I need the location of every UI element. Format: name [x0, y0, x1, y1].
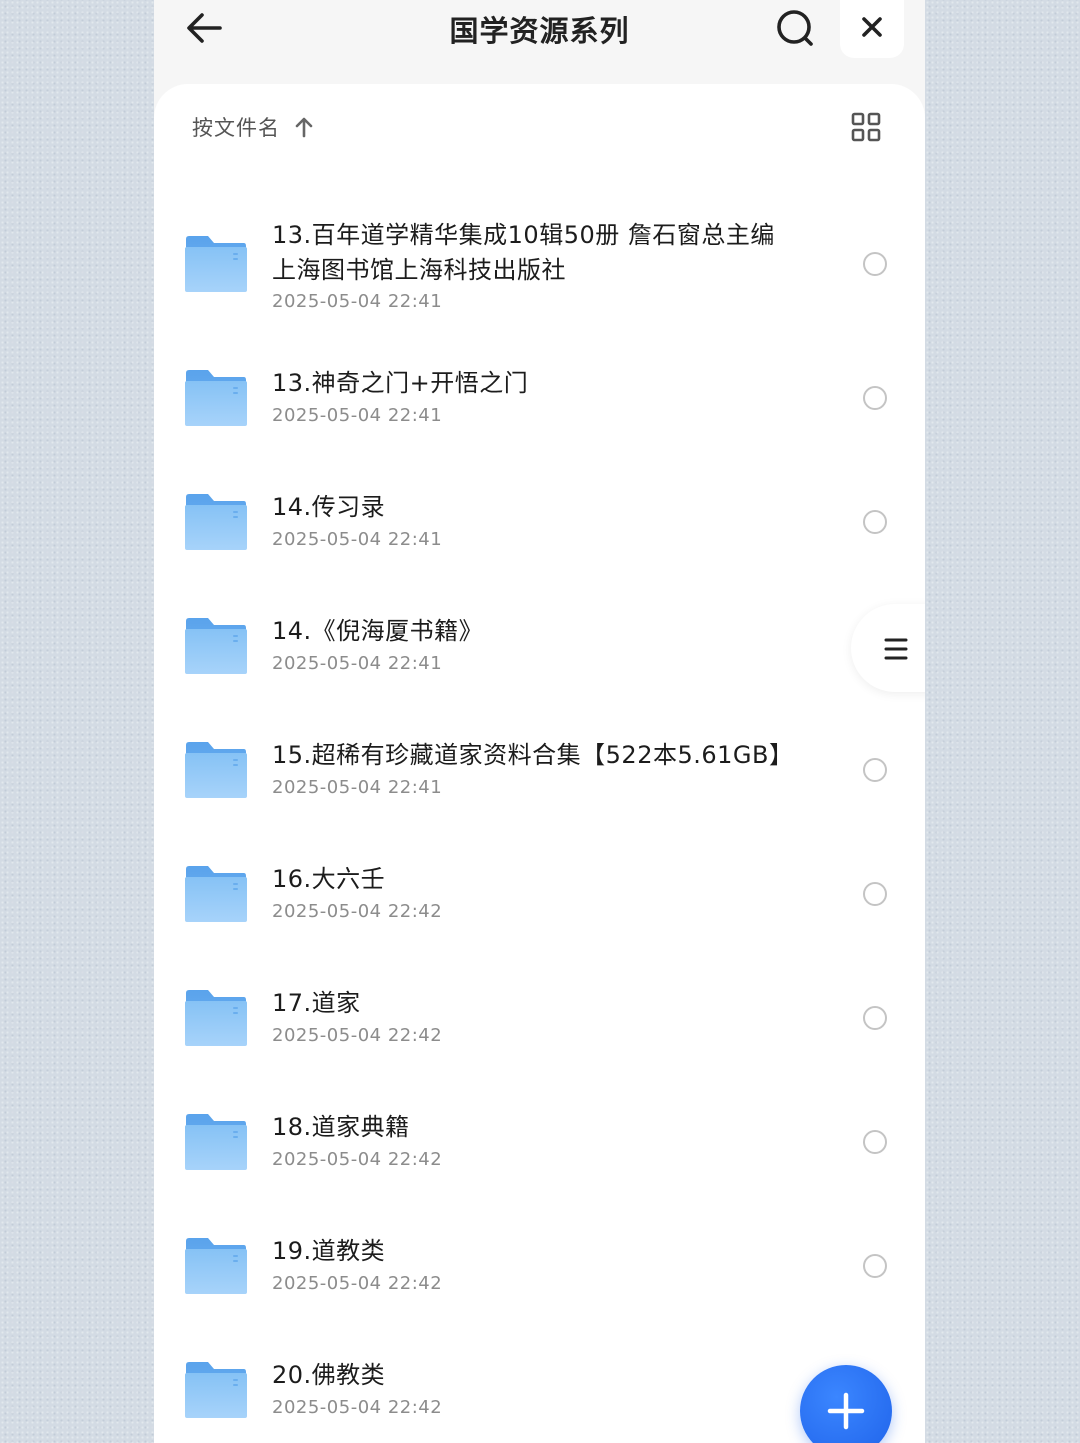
folder-icon	[185, 990, 247, 1046]
folder-item[interactable]: 13.百年道学精华集成10辑50册 詹石窗总主编 上海图书馆上海科技出版社 20…	[154, 215, 925, 320]
folder-name-line: 13.百年道学精华集成10辑50册 詹石窗总主编	[272, 221, 775, 249]
sort-label: 按文件名	[192, 116, 280, 140]
select-radio[interactable]	[863, 510, 887, 534]
select-radio[interactable]	[863, 386, 887, 410]
folder-item[interactable]: 16.大六壬 2025-05-04 22:42	[154, 851, 925, 941]
folder-name: 17.道家	[272, 989, 361, 1017]
arrow-up-icon	[295, 117, 313, 138]
folder-icon	[185, 866, 247, 922]
folder-item[interactable]: 14.传习录 2025-05-04 22:41	[154, 479, 925, 569]
plus-icon	[827, 1392, 865, 1430]
folder-item[interactable]: 14.《倪海厦书籍》 2025-05-04 22:41	[154, 603, 925, 693]
folder-date: 2025-05-04 22:42	[272, 1149, 443, 1170]
folder-name: 18.道家典籍	[272, 1113, 410, 1141]
select-radio[interactable]	[863, 882, 887, 906]
folder-name: 14.《倪海厦书籍》	[272, 617, 484, 645]
top-bar: 国学资源系列	[154, 0, 925, 84]
menu-icon	[884, 638, 908, 660]
folder-date: 2025-05-04 22:41	[272, 291, 443, 312]
search-button[interactable]	[774, 8, 818, 48]
folder-name: 15.超稀有珍藏道家资料合集【522本5.61GB】	[272, 741, 794, 769]
close-button[interactable]	[840, 0, 904, 58]
folder-icon	[185, 1238, 247, 1294]
select-radio[interactable]	[863, 1006, 887, 1030]
phone-screen: 国学资源系列 按文件名 13.百年道学精华集成10辑50册 詹石窗总主编 上海图…	[154, 0, 925, 1443]
folder-date: 2025-05-04 22:41	[272, 529, 443, 550]
grid-view-button[interactable]	[850, 111, 882, 143]
select-radio[interactable]	[863, 1254, 887, 1278]
folder-name: 19.道教类	[272, 1237, 386, 1265]
folder-item[interactable]: 17.道家 2025-05-04 22:42	[154, 975, 925, 1065]
folder-name: 13.百年道学精华集成10辑50册 詹石窗总主编 上海图书馆上海科技出版社	[272, 218, 812, 288]
folder-name: 16.大六壬	[272, 865, 386, 893]
folder-icon	[185, 236, 247, 292]
folder-icon	[185, 742, 247, 798]
folder-date: 2025-05-04 22:42	[272, 901, 443, 922]
folder-icon	[185, 494, 247, 550]
select-radio[interactable]	[863, 252, 887, 276]
folder-item[interactable]: 19.道教类 2025-05-04 22:42	[154, 1223, 925, 1313]
folder-date: 2025-05-04 22:41	[272, 777, 443, 798]
folder-name: 20.佛教类	[272, 1361, 386, 1389]
search-icon	[777, 10, 813, 46]
folder-icon	[185, 1114, 247, 1170]
folder-icon	[185, 618, 247, 674]
folder-date: 2025-05-04 22:42	[272, 1025, 443, 1046]
folder-icon	[185, 1362, 247, 1418]
folder-date: 2025-05-04 22:42	[272, 1397, 443, 1418]
folder-icon	[185, 370, 247, 426]
folder-date: 2025-05-04 22:41	[272, 405, 443, 426]
select-radio[interactable]	[863, 1130, 887, 1154]
folder-item[interactable]: 18.道家典籍 2025-05-04 22:42	[154, 1099, 925, 1189]
close-icon	[862, 17, 882, 37]
folder-name: 14.传习录	[272, 493, 386, 521]
folder-name: 13.神奇之门+开悟之门	[272, 369, 529, 397]
folder-date: 2025-05-04 22:42	[272, 1273, 443, 1294]
folder-item[interactable]: 13.神奇之门+开悟之门 2025-05-04 22:41	[154, 355, 925, 445]
folder-date: 2025-05-04 22:41	[272, 653, 443, 674]
select-radio[interactable]	[863, 758, 887, 782]
folder-name-line: 上海图书馆上海科技出版社	[272, 256, 566, 284]
folder-item[interactable]: 15.超稀有珍藏道家资料合集【522本5.61GB】 2025-05-04 22…	[154, 727, 925, 817]
sort-by-name-control[interactable]: 按文件名	[192, 112, 314, 142]
grid-view-icon	[851, 112, 881, 142]
